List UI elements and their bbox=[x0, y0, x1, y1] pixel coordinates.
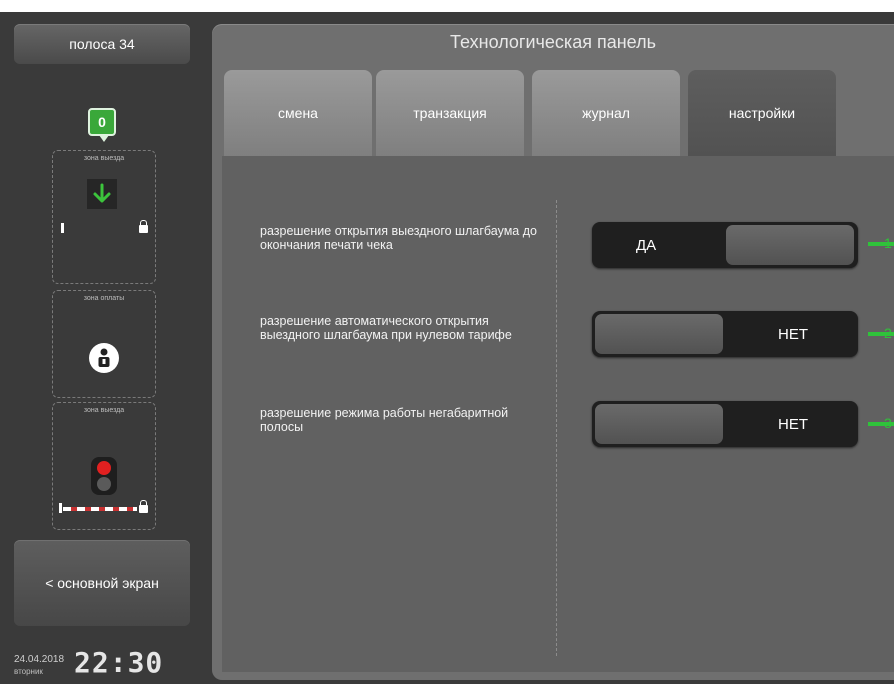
traffic-light-icon bbox=[91, 457, 117, 495]
indicator-number: 3 bbox=[884, 415, 892, 431]
indicator-number: 2 bbox=[884, 325, 892, 341]
weekday-text: вторник bbox=[14, 667, 43, 676]
zone-label: зона выезда bbox=[83, 407, 125, 414]
tab-journal[interactable]: журнал bbox=[532, 70, 680, 156]
lock-icon bbox=[139, 500, 148, 513]
lane-button[interactable]: полоса 34 bbox=[14, 24, 190, 64]
gate-post-icon bbox=[59, 503, 62, 513]
exit-zone-top: зона выезда bbox=[52, 150, 156, 284]
tab-settings[interactable]: настройки bbox=[688, 70, 836, 156]
off-light bbox=[97, 477, 111, 491]
top-band bbox=[0, 0, 894, 12]
red-light bbox=[97, 461, 111, 475]
toggle-value: ДА bbox=[636, 236, 657, 254]
toggle-knob bbox=[595, 314, 723, 354]
tab-shift[interactable]: смена bbox=[224, 70, 372, 156]
gate-post-icon bbox=[61, 223, 64, 233]
tab-transaction[interactable]: транзакция bbox=[376, 70, 524, 156]
date-text: 24.04.2018 bbox=[14, 654, 65, 665]
down-arrow-icon bbox=[87, 179, 117, 209]
toggle-print-check[interactable]: ДА bbox=[592, 222, 858, 268]
indicator-number: 1 bbox=[884, 235, 892, 251]
toggle-knob bbox=[595, 404, 723, 444]
toggle-value: НЕТ bbox=[778, 415, 808, 433]
main-screen-button[interactable]: < основной экран bbox=[14, 540, 190, 626]
payment-person-icon bbox=[89, 343, 119, 373]
payment-zone: зона оплаты bbox=[52, 290, 156, 398]
toggle-zero-tariff[interactable]: НЕТ bbox=[592, 311, 858, 357]
toggle-knob bbox=[726, 225, 854, 265]
toggle-value: НЕТ bbox=[778, 325, 808, 343]
setting-label-print-check: разрешение открытия выездного шлагбаума … bbox=[260, 224, 537, 252]
setting-label-oversize-lane: разрешение режима работы негабаритной по… bbox=[260, 406, 509, 434]
vehicle-counter-badge: 0 bbox=[88, 108, 116, 142]
lock-icon bbox=[139, 220, 148, 233]
divider bbox=[556, 200, 557, 656]
panel-title: Технологическая панель bbox=[450, 32, 656, 52]
barrier-arm bbox=[63, 507, 137, 511]
clock: 22:30 bbox=[74, 646, 164, 679]
zone-label: зона выезда bbox=[83, 155, 125, 162]
setting-label-zero-tariff: разрешение автоматического открытия выез… bbox=[260, 314, 512, 342]
settings-content: разрешение открытия выездного шлагбаума … bbox=[222, 156, 894, 672]
toggle-oversize-lane[interactable]: НЕТ bbox=[592, 401, 858, 447]
exit-zone-bottom: зона выезда bbox=[52, 402, 156, 530]
zone-label: зона оплаты bbox=[83, 295, 125, 302]
tech-panel: Технологическая панель смена транзакция … bbox=[212, 24, 894, 680]
